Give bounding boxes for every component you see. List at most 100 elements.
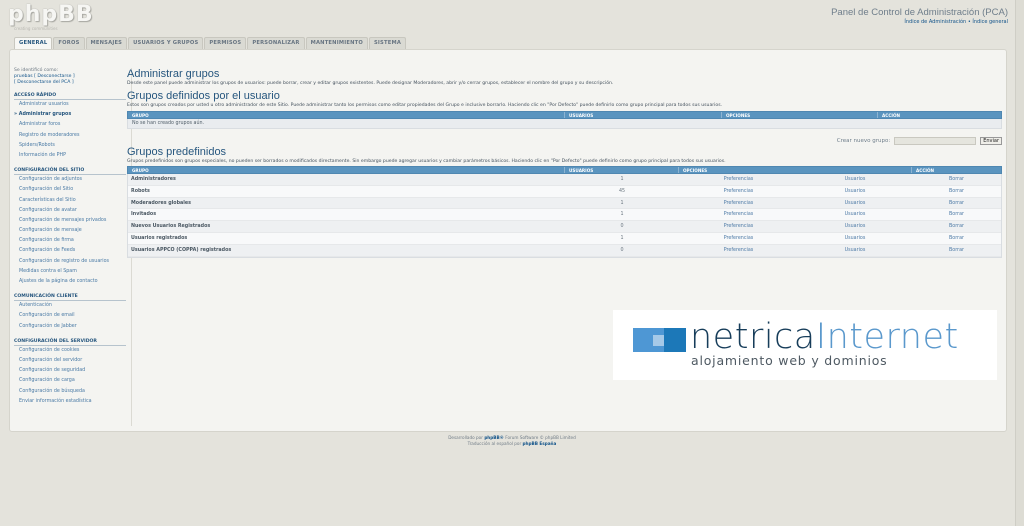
- tab-permisos[interactable]: PERMISOS: [204, 37, 247, 49]
- sidebar-item[interactable]: Configuración de Jabber: [14, 322, 126, 332]
- preferences-link[interactable]: Preferencias: [679, 198, 798, 209]
- sidebar: Se identificó como: pruebas [ Desconecta…: [14, 68, 126, 407]
- members-link[interactable]: Usuarios: [798, 174, 912, 185]
- new-group-form: Crear nuevo grupo: Enviar: [127, 136, 1002, 146]
- content-panel: Se identificó como: pruebas [ Desconecta…: [9, 49, 1007, 432]
- delete-link[interactable]: Borrar: [912, 198, 1001, 209]
- sidebar-item[interactable]: Configuración de registro de usuarios: [14, 257, 126, 267]
- logout-pca-link[interactable]: [ Desconectarse del PCA ]: [14, 80, 74, 85]
- sidebar-item[interactable]: Spiders/Robots: [14, 141, 126, 151]
- sidebar-item[interactable]: Configuración de firma: [14, 236, 126, 246]
- phpbb-logo[interactable]: phpBB creating communities: [8, 2, 94, 32]
- delete-link[interactable]: Borrar: [912, 186, 1001, 197]
- preferences-link[interactable]: Preferencias: [679, 174, 798, 185]
- sidebar-item[interactable]: Enviar información estadística: [14, 397, 126, 407]
- table-row: Robots 45 Preferencias Usuarios Borrar: [128, 185, 1001, 198]
- tab-usuarios-y-grupos[interactable]: USUARIOS Y GRUPOS: [128, 37, 204, 49]
- predefined-groups-rows: Administradores 1 Preferencias Usuarios Borr…: [127, 174, 1002, 258]
- members-link[interactable]: Usuarios: [798, 221, 912, 232]
- sidebar-item[interactable]: Configuración de avatar: [14, 206, 126, 216]
- sidebar-item[interactable]: Configuración del servidor: [14, 356, 126, 366]
- group-name: Administradores: [131, 177, 176, 182]
- predefined-groups-heading: Grupos predefinidos: [127, 146, 227, 158]
- sidebar-item[interactable]: Configuración del Sitio: [14, 185, 126, 195]
- user-groups-heading: Grupos definidos por el usuario: [127, 90, 280, 102]
- link-admin-index[interactable]: Índice de Administración: [904, 19, 966, 25]
- delete-link[interactable]: Borrar: [912, 233, 1001, 244]
- table-row: Usuarios APPCO (COPPA) registrados 0 Prefe…: [128, 244, 1001, 257]
- preferences-link[interactable]: Preferencias: [679, 233, 798, 244]
- sidebar-item[interactable]: Ajustes de la página de contacto: [14, 277, 126, 287]
- sidebar-item[interactable]: Configuración de cookies: [14, 346, 126, 356]
- preferences-link[interactable]: Preferencias: [679, 209, 798, 220]
- main-content: Administrar grupos Desde este panel pued…: [127, 68, 1002, 258]
- page-description: Desde este panel puede administrar los g…: [127, 81, 614, 86]
- main-tabs: GENERAL FOROS MENSAJES USUARIOS Y GRUPOS PER…: [14, 37, 407, 50]
- sidebar-item[interactable]: » Administrar grupos: [14, 110, 126, 120]
- sidebar-item[interactable]: Administrar foros: [14, 120, 126, 130]
- sidebar-item[interactable]: Configuración de adjuntos: [14, 175, 126, 185]
- tab-mensajes[interactable]: MENSAJES: [85, 37, 128, 49]
- group-name: Nuevos Usuarios Registrados: [131, 224, 211, 230]
- netrica-banner[interactable]: netricaInternet alojamiento web y domini…: [613, 310, 997, 380]
- sidebar-section-title: COMUNICACIÓN CLIENTE: [14, 294, 126, 302]
- delete-link[interactable]: Borrar: [912, 209, 1001, 220]
- sidebar-item[interactable]: Configuración de email: [14, 311, 126, 321]
- banner-brand: netricaInternet: [690, 318, 959, 356]
- sidebar-item[interactable]: Configuración de mensaje: [14, 226, 126, 236]
- delete-link[interactable]: Borrar: [912, 174, 1001, 185]
- logo-text: phpBB: [8, 2, 94, 27]
- page-scrollbar[interactable]: [1015, 0, 1024, 526]
- banner-logo-square: [653, 335, 664, 346]
- table-row: Administradores 1 Preferencias Usuarios Borr…: [128, 174, 1001, 186]
- sidebar-item[interactable]: Configuración de seguridad: [14, 366, 126, 376]
- col-grupo: GRUPO: [128, 112, 565, 118]
- footer-translator-link[interactable]: phpBB España: [523, 441, 557, 446]
- page-header: phpBB creating communities Panel de Cont…: [0, 0, 1024, 36]
- col-accion: ACCIÓN: [916, 168, 935, 173]
- sidebar-item[interactable]: Administrar usuarios: [14, 100, 126, 110]
- group-name: Invitados: [131, 212, 157, 218]
- tab-foros[interactable]: FOROS: [53, 37, 85, 49]
- group-name: Moderadores globales: [131, 200, 192, 206]
- sidebar-item[interactable]: Registro de moderadores: [14, 131, 126, 141]
- logout-link[interactable]: [ Desconectarse ]: [34, 74, 75, 79]
- username-link[interactable]: pruebas: [14, 74, 33, 79]
- members-link[interactable]: Usuarios: [798, 209, 912, 220]
- preferences-link[interactable]: Preferencias: [679, 186, 798, 197]
- sidebar-section-title: ACCESO RÁPIDO: [14, 93, 126, 100]
- table-row: Moderadores globales 1 Preferencias Usuario…: [128, 197, 1001, 210]
- members-link[interactable]: Usuarios: [798, 198, 912, 209]
- identity-box: Se identificó como: pruebas [ Desconecta…: [14, 68, 126, 86]
- sidebar-item[interactable]: Autenticación: [14, 301, 126, 311]
- sidebar-item[interactable]: Configuración de búsqueda: [14, 387, 126, 397]
- sidebar-sections: ACCESO RÁPIDO Administrar usuarios» Admin…: [14, 93, 126, 407]
- group-name: Usuarios registrados: [131, 235, 188, 241]
- sidebar-item[interactable]: Configuración de carga: [14, 376, 126, 386]
- submit-button[interactable]: Enviar: [980, 137, 1002, 145]
- sidebar-item[interactable]: Información de PHP: [14, 151, 126, 161]
- group-users-count: 45: [618, 188, 626, 194]
- delete-link[interactable]: Borrar: [912, 245, 1001, 256]
- sidebar-section-title: CONFIGURACIÓN DEL SERVIDOR: [14, 339, 126, 346]
- predefined-groups-description: Grupos predefinidos son grupos especiale…: [127, 159, 726, 164]
- members-link[interactable]: Usuarios: [798, 233, 912, 244]
- delete-link[interactable]: Borrar: [912, 221, 1001, 232]
- tab-personalizar[interactable]: PERSONALIZAR: [247, 37, 305, 49]
- sidebar-item[interactable]: Configuración de Feeds: [14, 246, 126, 256]
- footer-phpbb-link[interactable]: phpBB®: [484, 435, 504, 440]
- new-group-input[interactable]: [894, 137, 977, 145]
- members-link[interactable]: Usuarios: [798, 245, 912, 256]
- link-general-index[interactable]: Índice general: [972, 19, 1008, 25]
- preferences-link[interactable]: Preferencias: [679, 245, 798, 256]
- sidebar-item[interactable]: Configuración de mensajes privados: [14, 216, 126, 226]
- tab-mantenimiento[interactable]: MANTENIMIENTO: [305, 37, 368, 49]
- sidebar-item[interactable]: Características del Sitio: [14, 196, 126, 206]
- sidebar-item[interactable]: Medidas contra el Spam: [14, 267, 126, 277]
- group-users-count: 1: [620, 212, 624, 218]
- page-footer: Desarrollado por phpBB® Forum Software ©…: [0, 435, 1024, 446]
- tab-sistema[interactable]: SISTEMA: [368, 37, 407, 49]
- members-link[interactable]: Usuarios: [798, 186, 912, 197]
- preferences-link[interactable]: Preferencias: [679, 221, 798, 232]
- table-row: Usuarios registrados 1 Preferencias Usuario…: [128, 232, 1001, 245]
